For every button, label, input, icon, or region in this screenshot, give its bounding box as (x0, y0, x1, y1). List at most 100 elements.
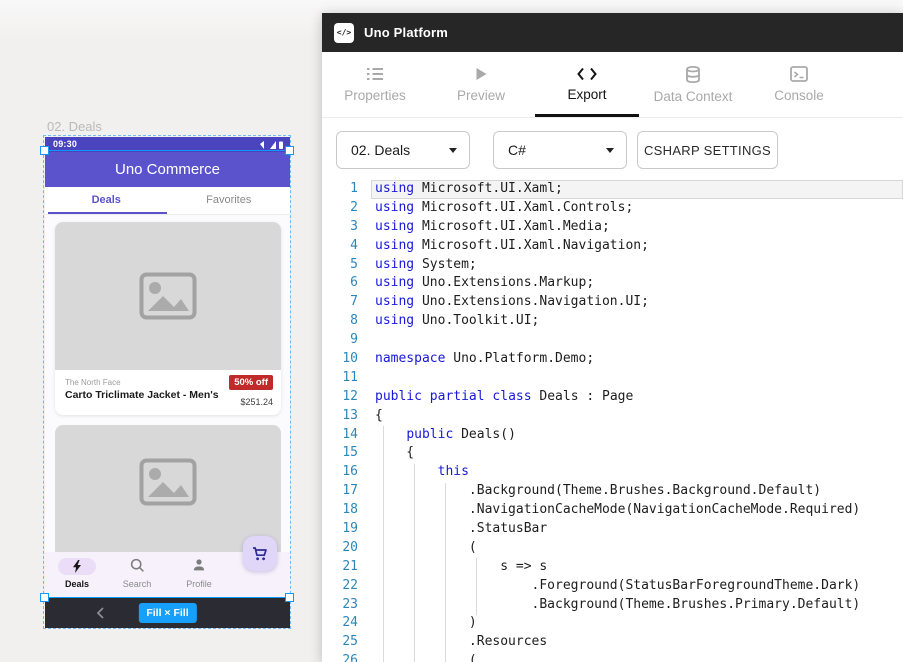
code-line: 13 { (322, 407, 903, 426)
selection-handle-bottom-left[interactable] (40, 593, 49, 602)
back-chevron-icon[interactable] (95, 606, 105, 620)
code-line: 8 using Uno.Toolkit.UI; (322, 312, 903, 331)
status-time: 09:30 (53, 139, 77, 149)
line-number: 8 (322, 312, 358, 331)
tab-properties[interactable]: Properties (322, 52, 428, 117)
screen-select-dropdown[interactable]: 02. Deals (336, 131, 470, 169)
code-text: public Deals() (375, 426, 516, 445)
code-line: 9 (322, 331, 903, 350)
selection-handle-top-right[interactable] (285, 146, 294, 155)
line-number: 6 (322, 274, 358, 293)
line-number: 13 (322, 407, 358, 426)
tab-data-context[interactable]: Data Context (640, 52, 746, 117)
code-line: 10namespace Uno.Platform.Demo; (322, 350, 903, 369)
code-text: .Background(Theme.Brushes.Background.Def… (375, 482, 821, 501)
line-number: 5 (322, 256, 358, 275)
frame-label[interactable]: 02. Deals (47, 119, 102, 134)
line-number: 20 (322, 539, 358, 558)
phone-tab-favorites[interactable]: Favorites (168, 187, 291, 214)
line-number: 1 (322, 180, 358, 199)
code-line: 7using Uno.Extensions.Navigation.UI; (322, 293, 903, 312)
uno-platform-panel: </> Uno Platform Properties Preview (322, 13, 903, 662)
code-line: 23 .Background(Theme.Brushes.Primary.Def… (322, 596, 903, 615)
selection-handle-top-left[interactable] (40, 146, 49, 155)
product-name: Carto Triclimate Jacket - Men's (65, 389, 219, 401)
code-line: 11 (322, 369, 903, 388)
code-line: 14 public Deals() (322, 426, 903, 445)
code-line: 22 .Foreground(StatusBarForegroundTheme.… (322, 577, 903, 596)
code-line: 6 using Uno.Extensions.Markup; (322, 274, 903, 293)
line-number: 11 (322, 369, 358, 388)
cart-fab-button[interactable] (243, 536, 277, 571)
code-text: using System; (375, 256, 477, 275)
profile-icon[interactable] (192, 558, 206, 572)
product-card-2[interactable] (55, 425, 281, 552)
code-line: 3using Microsoft.UI.Xaml.Media; (322, 218, 903, 237)
csharp-settings-button[interactable]: CSHARP SETTINGS (637, 131, 778, 169)
product-price: $251.24 (240, 397, 273, 407)
line-number: 18 (322, 501, 358, 520)
line-number: 15 (322, 444, 358, 463)
code-text: using Uno.Extensions.Navigation.UI; (375, 293, 649, 312)
tab-console[interactable]: Console (746, 52, 852, 117)
code-text: { (375, 407, 383, 426)
screen: 02. Deals 09:30 Uno Commerce Deals Favor… (0, 0, 903, 662)
code-text: s => s (375, 558, 547, 577)
image-placeholder-icon (139, 272, 197, 320)
wifi-icon (260, 141, 264, 149)
phone-tab-deals[interactable]: Deals (45, 187, 168, 214)
tab-export[interactable]: Export (534, 52, 640, 117)
nav-label-search[interactable]: Search (109, 579, 165, 589)
code-editor[interactable]: 1using Microsoft.UI.Xaml;2using Microsof… (322, 180, 903, 662)
code-text: using Uno.Extensions.Markup; (375, 274, 594, 293)
nav-label-profile[interactable]: Profile (171, 579, 227, 589)
active-tab-underline (48, 212, 167, 215)
code-text: .Background(Theme.Brushes.Primary.Defaul… (375, 596, 860, 615)
code-line: 12public partial class Deals : Page (322, 388, 903, 407)
lightning-icon (72, 560, 82, 573)
product-card[interactable]: The North Face Carto Triclimate Jacket -… (55, 222, 281, 415)
search-icon[interactable] (130, 558, 145, 573)
layout-size-badge: Fill × Fill (138, 603, 196, 623)
code-text: this (375, 463, 469, 482)
code-line: 2using Microsoft.UI.Xaml.Controls; (322, 199, 903, 218)
line-number: 16 (322, 463, 358, 482)
discount-badge: 50% off (229, 375, 273, 390)
code-line: 18 .NavigationCacheMode(NavigationCacheM… (322, 501, 903, 520)
code-text: .NavigationCacheMode(NavigationCacheMode… (375, 501, 860, 520)
chevron-down-icon (449, 148, 457, 153)
language-select-dropdown[interactable]: C# (493, 131, 627, 169)
line-number: 9 (322, 331, 358, 350)
selection-border-top (45, 150, 290, 151)
image-placeholder-icon (139, 458, 197, 506)
nav-active-pill[interactable] (58, 558, 96, 575)
line-number: 21 (322, 558, 358, 577)
phone-tab-bar: Deals Favorites (45, 187, 290, 215)
product-brand: The North Face (65, 378, 121, 387)
nav-label-deals[interactable]: Deals (45, 579, 109, 589)
uno-platform-logo-icon: </> (334, 23, 354, 43)
line-number: 17 (322, 482, 358, 501)
battery-icon (279, 142, 283, 150)
selection-handle-bottom-right[interactable] (285, 593, 294, 602)
code-text: { (375, 444, 414, 463)
line-number: 23 (322, 596, 358, 615)
phone-frame[interactable]: 09:30 Uno Commerce Deals Favorites (45, 137, 290, 628)
code-text: .StatusBar (375, 520, 547, 539)
code-text: using Microsoft.UI.Xaml.Controls; (375, 199, 633, 218)
product-image-placeholder (55, 222, 281, 370)
selection-border-bottom (45, 597, 290, 598)
chevron-down-icon (606, 148, 614, 153)
code-line: 20 ( (322, 539, 903, 558)
code-text: using Microsoft.UI.Xaml.Navigation; (375, 237, 649, 256)
phone-content: The North Face Carto Triclimate Jacket -… (45, 215, 290, 552)
code-line: 1using Microsoft.UI.Xaml; (322, 180, 903, 199)
code-line: 24 ) (322, 614, 903, 633)
code-line: 15 { (322, 444, 903, 463)
tab-preview[interactable]: Preview (428, 52, 534, 117)
code-text: using Uno.Toolkit.UI; (375, 312, 539, 331)
panel-header: </> Uno Platform (322, 13, 903, 52)
android-nav-bar: Fill × Fill (45, 598, 290, 628)
code-line: 19 .StatusBar (322, 520, 903, 539)
code-text: ( (375, 652, 477, 662)
